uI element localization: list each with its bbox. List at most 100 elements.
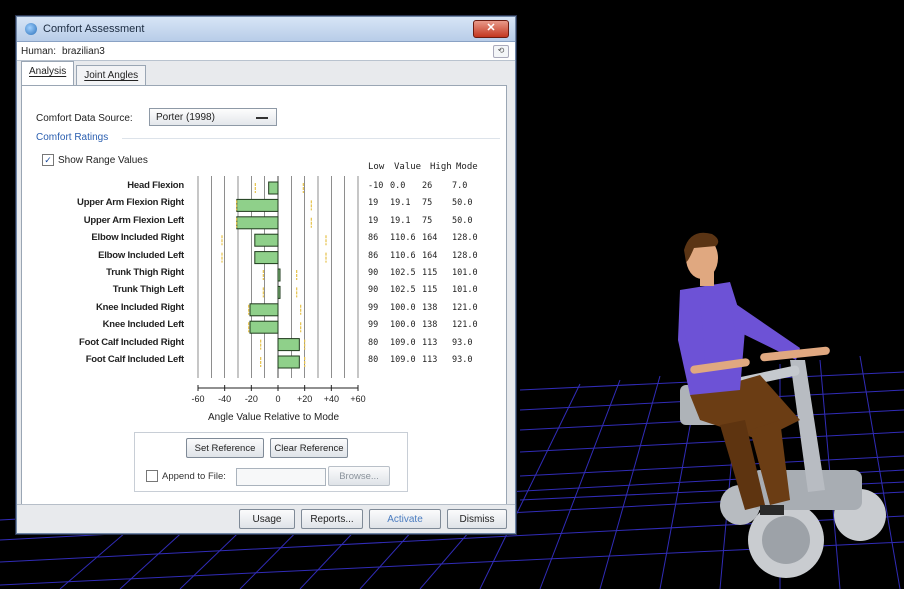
comfort-bar: [277, 285, 281, 299]
row-high: 113: [422, 337, 438, 348]
row-low: 86: [368, 233, 379, 244]
x-tick-label: -20: [245, 394, 258, 404]
row-mode: 101.0: [452, 268, 478, 278]
row-mode: 121.0: [452, 302, 478, 313]
window-title: Comfort Assessment: [43, 23, 145, 35]
row-mode: 128.0: [452, 233, 478, 244]
app-icon: [25, 23, 37, 35]
pin-icon[interactable]: ⟲: [493, 45, 509, 58]
row-mode: 128.0: [452, 250, 478, 261]
row-value: 109.0: [390, 337, 416, 348]
append-to-file-toggle[interactable]: Append to File:: [146, 470, 226, 482]
row-high: 113: [422, 355, 438, 365]
row-low: 19: [368, 215, 379, 226]
clear-reference-button[interactable]: Clear Reference: [270, 438, 348, 458]
comfort-bar: [268, 181, 279, 195]
row-high: 75: [422, 215, 433, 226]
human-value[interactable]: brazilian3: [62, 46, 515, 57]
row-high: 115: [422, 285, 438, 296]
x-tick-label: 0: [275, 394, 280, 404]
row-low: 90: [368, 268, 379, 278]
row-value: 110.6: [390, 233, 416, 244]
row-high: 115: [422, 268, 438, 278]
row-high: 26: [422, 181, 433, 191]
comfort-bar: [277, 355, 300, 369]
data-source-select[interactable]: Porter (1998): [149, 108, 277, 126]
row-value: 102.5: [390, 268, 416, 278]
browse-button[interactable]: Browse...: [328, 466, 390, 486]
comfort-bar: [277, 268, 281, 282]
title-bar[interactable]: Comfort Assessment ✕: [17, 17, 515, 42]
row-low: 99: [368, 320, 379, 331]
x-tick-label: +60: [350, 394, 365, 404]
tab-joint-angles[interactable]: Joint Angles: [76, 65, 147, 85]
col-header-low: Low: [368, 162, 385, 172]
row-value: 102.5: [390, 285, 416, 296]
dismiss-button[interactable]: Dismiss: [447, 509, 507, 529]
row-mode: 121.0: [452, 320, 478, 331]
human-label: Human:: [21, 45, 57, 57]
dialog-footer: Usage Reports... Activate Dismiss: [17, 504, 515, 533]
row-low: 86: [368, 250, 379, 261]
row-label: Foot Calf Included Right: [79, 336, 184, 348]
x-tick-label: -40: [218, 394, 231, 404]
row-mode: 93.0: [452, 355, 473, 365]
row-mode: 93.0: [452, 337, 473, 348]
row-label: Elbow Included Left: [98, 249, 184, 261]
row-value: 100.0: [390, 302, 416, 313]
x-tick-label: +20: [297, 394, 312, 404]
comfort-assessment-dialog: Comfort Assessment ✕ Human: brazilian3 ⟲…: [16, 16, 516, 534]
row-label: Trunk Thigh Left: [112, 284, 184, 296]
data-source-label: Comfort Data Source:: [36, 113, 133, 124]
row-high: 164: [422, 250, 438, 261]
row-label: Foot Calf Included Left: [85, 354, 185, 365]
set-reference-button[interactable]: Set Reference: [186, 438, 264, 458]
row-low: 80: [368, 355, 379, 365]
row-mode: 7.0: [452, 181, 468, 191]
data-source-value: Porter (1998): [156, 112, 215, 123]
row-label: Trunk Thigh Right: [106, 267, 184, 278]
col-header-mode: Mode: [456, 162, 478, 172]
dropdown-icon: [256, 117, 268, 119]
comfort-bar: [249, 320, 279, 334]
row-low: 19: [368, 198, 379, 209]
append-checkbox-icon[interactable]: [146, 470, 158, 482]
comfort-bar: [249, 303, 279, 317]
comfort-bar: [254, 233, 279, 247]
col-header-high: High: [430, 162, 452, 172]
row-low: 99: [368, 302, 379, 313]
comfort-bar: [236, 198, 279, 212]
col-header-value: Value: [394, 162, 422, 172]
row-label: Head Flexion: [127, 180, 184, 191]
row-value: 19.1: [390, 198, 411, 209]
x-tick-label: +40: [324, 394, 339, 404]
append-file-field[interactable]: [236, 468, 326, 486]
tab-strip: Analysis Joint Angles: [21, 61, 148, 85]
comfort-bar: [254, 251, 279, 265]
comfort-bar: [277, 338, 300, 352]
comfort-ratings-title: Comfort Ratings: [36, 132, 109, 143]
comfort-bar-chart: -60 -40 -20 0 +20 +40 +60: [191, 176, 366, 404]
comfort-bar: [236, 216, 279, 230]
checkbox-icon[interactable]: ✓: [42, 154, 54, 166]
row-label: Knee Included Right: [95, 301, 184, 313]
row-label: Knee Included Left: [102, 319, 185, 331]
close-button[interactable]: ✕: [473, 20, 509, 38]
human-row: Human: brazilian3 ⟲: [17, 42, 515, 61]
row-value: 109.0: [390, 355, 416, 365]
row-high: 138: [422, 320, 438, 331]
activate-button[interactable]: Activate: [369, 509, 441, 529]
row-value: 0.0: [390, 181, 406, 191]
row-low: 80: [368, 337, 379, 348]
axis-title: Angle Value Relative to Mode: [208, 412, 340, 423]
show-range-toggle[interactable]: ✓ Show Range Values: [42, 154, 148, 166]
row-high: 138: [422, 302, 438, 313]
append-label: Append to File:: [162, 470, 226, 482]
usage-button[interactable]: Usage: [239, 509, 295, 529]
reports-button[interactable]: Reports...: [301, 509, 363, 529]
section-divider: [122, 138, 500, 139]
tab-analysis[interactable]: Analysis: [21, 61, 75, 85]
row-low: 90: [368, 285, 379, 296]
row-label: Upper Arm Flexion Left: [83, 214, 184, 226]
row-mode: 50.0: [452, 198, 473, 209]
